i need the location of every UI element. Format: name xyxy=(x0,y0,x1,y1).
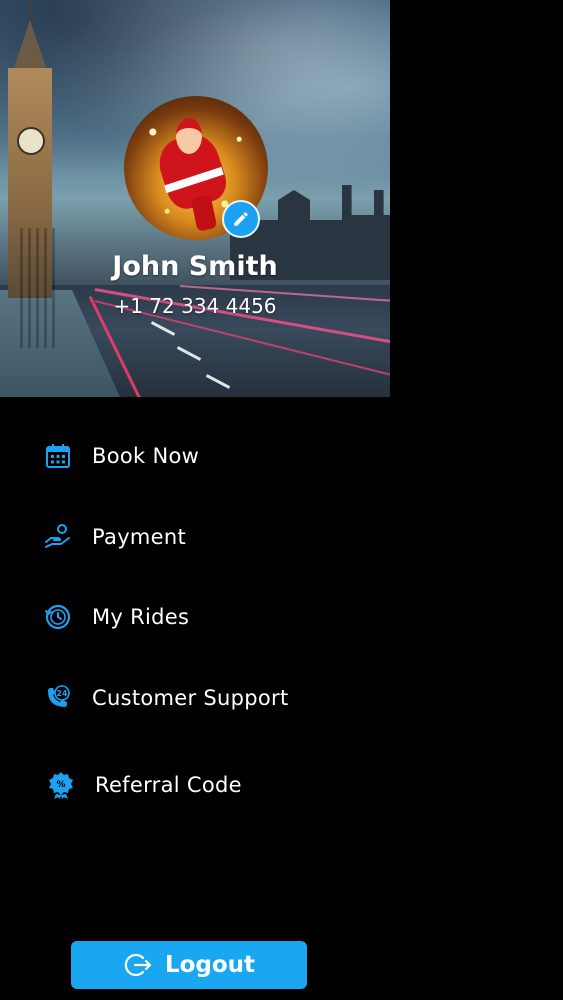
user-phone: +1 72 334 4456 xyxy=(113,294,277,318)
menu-item-label: Referral Code xyxy=(95,773,242,797)
menu-item-book-now[interactable]: Book Now xyxy=(40,434,199,478)
pencil-icon xyxy=(234,212,248,226)
big-ben-roof xyxy=(14,20,46,68)
avatar-santa-head xyxy=(176,118,202,154)
badge-percent-icon: % xyxy=(43,767,79,803)
menu-item-payment[interactable]: Payment xyxy=(40,515,186,559)
menu-item-label: Payment xyxy=(92,525,187,549)
menu-item-label: Customer Support xyxy=(92,686,289,710)
hand-coin-icon xyxy=(40,519,76,555)
history-clock-icon xyxy=(40,599,76,635)
logout-button[interactable]: Logout xyxy=(71,941,307,989)
menu-item-my-rides[interactable]: My Rides xyxy=(40,595,189,639)
svg-text:24: 24 xyxy=(56,689,68,698)
user-name: John Smith xyxy=(112,251,278,282)
logout-icon xyxy=(124,953,152,977)
tower-windows xyxy=(20,228,56,348)
menu-item-label: Book Now xyxy=(92,444,200,468)
calendar-icon xyxy=(40,438,76,474)
svg-text:%: % xyxy=(56,780,65,790)
big-ben-clock xyxy=(17,127,45,155)
menu-item-customer-support[interactable]: 24 Customer Support xyxy=(40,676,289,720)
phone-24-icon: 24 xyxy=(40,680,76,716)
menu-item-referral-code[interactable]: % Referral Code xyxy=(43,763,242,807)
menu-item-label: My Rides xyxy=(92,605,190,629)
edit-profile-button[interactable] xyxy=(222,200,260,238)
logout-label: Logout xyxy=(164,952,256,978)
